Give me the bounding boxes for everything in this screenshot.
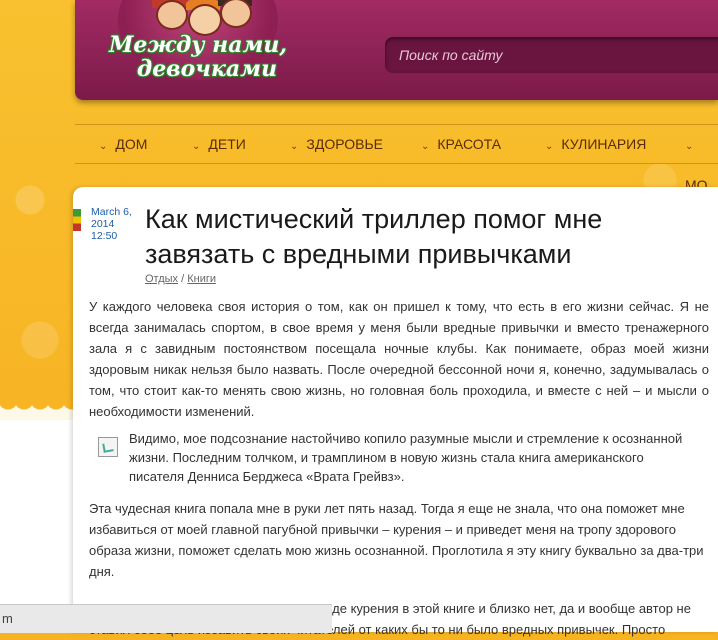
nav-item-kids[interactable]: ⌄ ДЕТИ	[192, 125, 246, 163]
broken-image-icon	[98, 437, 118, 457]
date-time: 12:50	[91, 230, 118, 242]
date-year: 2014	[91, 218, 115, 230]
logo-girl-face-icon	[156, 0, 188, 30]
nav-item-label: КРАСОТА	[437, 136, 502, 152]
nav-item-label: ЗДОРОВЬЕ	[306, 136, 384, 152]
chevron-down-icon: ⌄	[545, 141, 554, 152]
chevron-down-icon: ⌄	[685, 141, 694, 152]
nav-item-health[interactable]: ⌄ ЗДОРОВЬЕ	[290, 125, 383, 163]
article-content: March 6, 2014 12:50 Как мистический трил…	[73, 187, 718, 637]
nav-item-cooking[interactable]: ⌄ КУЛИНАРИЯ	[545, 125, 646, 163]
nav-item-label: КУЛИНАРИЯ	[561, 136, 647, 152]
logo-line-2: девочками	[136, 56, 278, 82]
nav-item-more[interactable]: ⌄МО	[685, 125, 718, 193]
article-quote: Видимо, мое подсознание настойчиво копил…	[129, 431, 683, 484]
logo-line-1: Между нами,	[108, 32, 288, 58]
article-date: March 6, 2014 12:50	[91, 206, 147, 242]
nav-item-home[interactable]: ⌄ ДОМ	[99, 125, 147, 163]
chevron-down-icon: ⌄	[290, 141, 299, 152]
article-paragraph-1: У каждого человека своя история о том, к…	[89, 299, 709, 419]
category-link-books[interactable]: Книги	[187, 273, 216, 285]
decorative-wave-body	[0, 420, 76, 604]
search-input[interactable]: Поиск по сайту	[385, 37, 718, 73]
article-paragraph-2: Эта чудесная книга попала мне в руки лет…	[89, 501, 704, 579]
status-text: m	[2, 611, 13, 626]
date-day: March 6,	[91, 206, 132, 218]
article-title: Как мистический триллер помог мне завяза…	[145, 204, 603, 269]
logo-text: Между нами, девочками	[108, 33, 288, 81]
site-logo[interactable]: Между нами, девочками	[108, 0, 288, 105]
chevron-down-icon: ⌄	[99, 141, 108, 152]
search-placeholder: Поиск по сайту	[399, 47, 503, 63]
category-link-leisure[interactable]: Отдых	[145, 273, 178, 285]
main-nav: ⌄ ДОМ ⌄ ДЕТИ ⌄ ЗДОРОВЬЕ ⌄ КРАСОТА ⌄ КУЛИНАРИЯ…	[75, 124, 718, 193]
browser-status-bar: m	[0, 604, 332, 633]
date-flag-icon	[73, 209, 81, 231]
chevron-down-icon: ⌄	[192, 141, 201, 152]
nav-item-label: ДОМ	[115, 136, 148, 152]
chevron-down-icon: ⌄	[421, 141, 430, 152]
article-categories: Отдых / Книги	[145, 273, 216, 285]
category-separator: /	[181, 273, 185, 285]
nav-item-beauty[interactable]: ⌄ КРАСОТА	[421, 125, 501, 163]
nav-item-label: ДЕТИ	[208, 136, 246, 152]
